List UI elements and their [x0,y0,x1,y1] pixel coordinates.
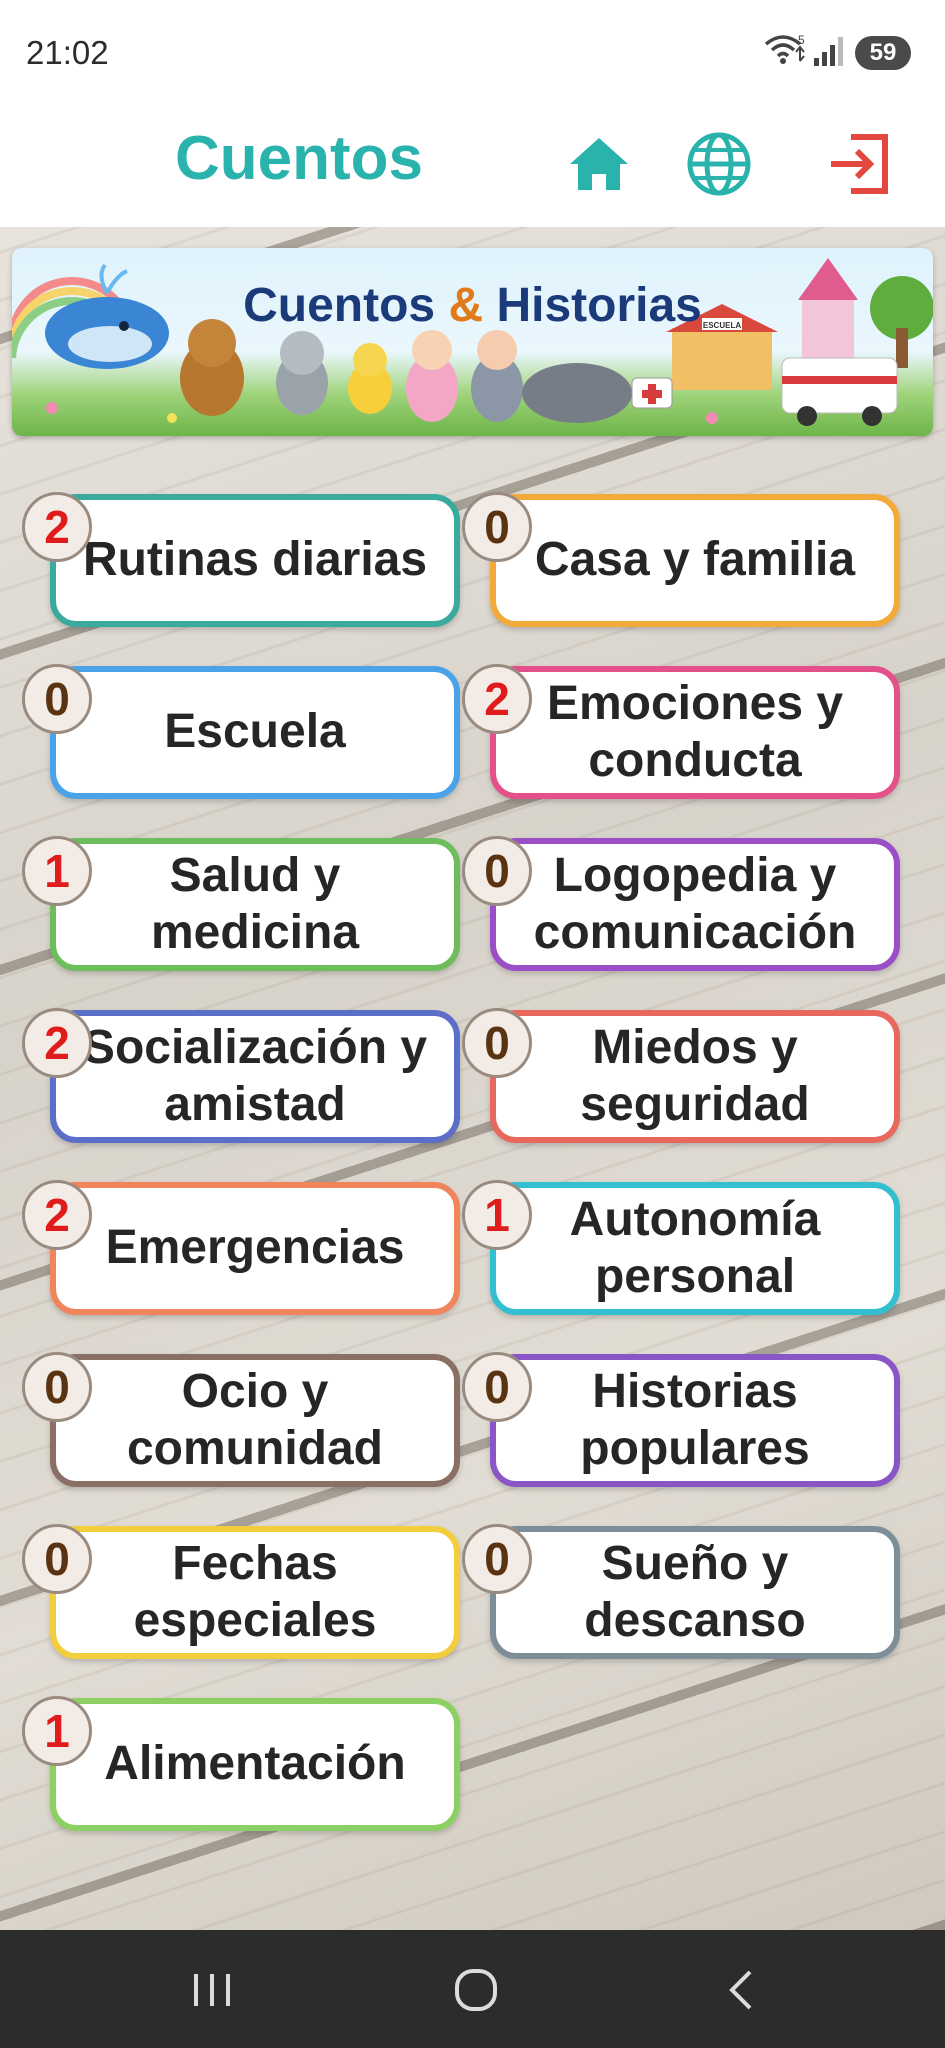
banner-title-part1: Cuentos [243,279,436,332]
wifi-icon: 5 [762,32,808,73]
category-count-badge: 0 [22,1524,92,1594]
category-count-badge: 0 [462,1524,532,1594]
back-button[interactable] [712,1962,772,2018]
category-emergencias[interactable]: Emergencias [50,1182,460,1315]
category-sueno-y-descanso[interactable]: Sueño y descanso [490,1526,900,1659]
category-alimentacion[interactable]: Alimentación [50,1698,460,1831]
category-label: Emociones y conducta [546,676,844,787]
banner-title: Cuentos & Historias [12,278,933,333]
category-count-badge: 2 [22,1180,92,1250]
category-label: Ocio y comunidad [126,1364,383,1475]
category-label: Escuela [164,705,346,759]
category-label: Logopedia y comunicación [533,848,857,959]
category-count-badge: 1 [22,1696,92,1766]
category-autonomia-personal[interactable]: Autonomía personal [490,1182,900,1315]
category-count-badge: 2 [22,1008,92,1078]
category-rutinas-diarias[interactable]: Rutinas diarias [50,494,460,627]
system-home-button[interactable] [446,1962,506,2018]
category-label: Socialización y amistad [82,1020,428,1131]
category-label: Sueño y descanso [584,1536,806,1647]
category-count-badge: 2 [22,492,92,562]
category-label: Fechas especiales [133,1536,377,1647]
category-count-badge: 0 [22,1352,92,1422]
category-ocio-y-comunidad[interactable]: Ocio y comunidad [50,1354,460,1487]
battery-indicator: 59 [855,36,911,70]
category-count-badge: 1 [22,836,92,906]
banner-title-part2: Historias [496,279,702,332]
language-button[interactable] [682,127,756,201]
category-count-badge: 2 [462,664,532,734]
category-label: Miedos y seguridad [580,1020,810,1131]
category-historias-populares[interactable]: Historias populares [490,1354,900,1487]
category-label: Emergencias [105,1221,405,1275]
status-time: 21:02 [26,34,109,71]
category-logopedia-y-comunicacion[interactable]: Logopedia y comunicación [490,838,900,971]
category-emociones-y-conducta[interactable]: Emociones y conducta [490,666,900,799]
signal-icon [812,34,848,73]
category-label: Salud y medicina [150,848,360,959]
category-count-badge: 0 [462,1008,532,1078]
category-label: Autonomía personal [569,1192,821,1303]
system-nav-bar [0,1930,945,2048]
app-header: Cuentos [0,105,945,227]
category-label: Alimentación [104,1737,406,1791]
home-icon [570,138,628,190]
logout-icon [831,134,888,194]
category-label: Historias populares [580,1364,810,1475]
recent-apps-icon [194,1974,230,2006]
category-count-badge: 0 [462,836,532,906]
wifi-badge: 5 [798,33,805,47]
category-count-badge: 0 [22,664,92,734]
category-socializacion-y-amistad[interactable]: Socialización y amistad [50,1010,460,1143]
status-bar: 21:02 5 59 [0,0,945,105]
globe-icon [687,132,751,196]
category-fechas-especiales[interactable]: Fechas especiales [50,1526,460,1659]
category-count-badge: 1 [462,1180,532,1250]
banner-title-amp: & [448,279,484,332]
back-icon [729,1970,752,2010]
banner-illustration: ESCUELA [12,258,933,426]
home-circle-icon [455,1969,497,2011]
category-label: Rutinas diarias [82,533,428,587]
category-label: Casa y familia [534,533,856,587]
category-salud-y-medicina[interactable]: Salud y medicina [50,838,460,971]
recent-apps-button[interactable] [182,1962,242,2018]
category-count-badge: 0 [462,1352,532,1422]
category-escuela[interactable]: Escuela [50,666,460,799]
page-title: Cuentos [175,124,423,193]
logout-button[interactable] [822,127,896,201]
banner-image: ESCUELA Cuentos & Historias [12,248,933,436]
home-button[interactable] [562,127,636,201]
category-miedos-y-seguridad[interactable]: Miedos y seguridad [490,1010,900,1143]
category-casa-y-familia[interactable]: Casa y familia [490,494,900,627]
category-count-badge: 0 [462,492,532,562]
